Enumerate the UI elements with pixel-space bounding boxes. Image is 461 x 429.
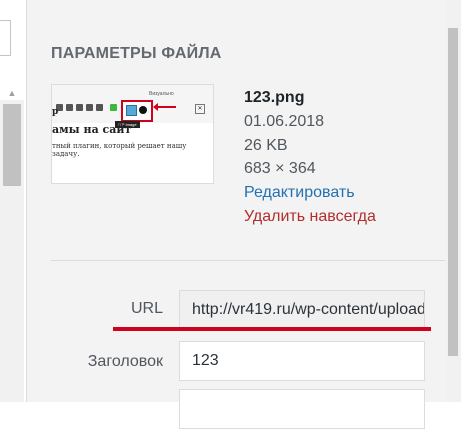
left-scrollbar[interactable] — [0, 100, 24, 402]
url-label: URL — [130, 300, 163, 317]
title-field[interactable]: 123 — [179, 341, 425, 381]
fullscreen-icon: ✕ — [195, 104, 205, 114]
image-dimensions: 683 × 364 — [244, 160, 316, 178]
right-scrollbar-thumb[interactable] — [448, 28, 458, 356]
file-info: 123.png 01.06.2018 26 KB 683 × 364 Редак… — [244, 86, 376, 229]
section-title: Параметры файла — [51, 45, 222, 62]
annotation-arrow-icon — [153, 103, 176, 111]
highlighted-plugin-buttons — [121, 100, 153, 122]
toolbar-icon — [76, 104, 83, 111]
annotation-underline — [113, 327, 431, 331]
delete-permanently-link[interactable]: Удалить навсегда — [244, 205, 376, 229]
toolbar-icon — [96, 104, 103, 111]
divider — [51, 260, 451, 261]
media-grid-edge: ▲ — [0, 0, 27, 402]
toolbar-icon — [66, 104, 73, 111]
media-item-edge[interactable] — [0, 20, 11, 56]
thumbnail-editor-toolbar: Визуально ✕ р — [52, 85, 213, 123]
thumbnail-text: р — [52, 107, 59, 117]
toolbar-icon — [86, 104, 93, 111]
next-field[interactable] — [179, 389, 425, 429]
circle-icon — [139, 106, 147, 114]
toolbar-icon — [110, 104, 117, 111]
url-field[interactable]: http://vr419.ru/wp-content/uploads/2018/… — [179, 290, 425, 330]
thumbnail-heading: амы на сайт — [52, 123, 132, 136]
edit-image-link[interactable]: Редактировать — [244, 181, 376, 205]
attachment-details-sidebar: Параметры файла Визуально ✕ р WP Image а… — [27, 0, 451, 429]
thumbnail-paragraph: тный плагин, который решает нашу задачу. — [52, 142, 187, 158]
scroll-up-arrow-icon[interactable]: ▲ — [0, 86, 24, 100]
left-scrollbar-thumb[interactable] — [3, 104, 21, 186]
file-name: 123.png — [244, 89, 305, 106]
attachment-thumbnail[interactable]: Визуально ✕ р WP Image амы на сайт тный … — [51, 84, 214, 184]
file-size: 26 KB — [244, 136, 288, 154]
visual-tab-label: Визуально — [149, 91, 174, 97]
upload-date: 01.06.2018 — [244, 112, 325, 130]
title-label: Заголовок — [87, 353, 163, 370]
right-scrollbar[interactable] — [445, 0, 461, 402]
image-icon — [126, 105, 137, 116]
